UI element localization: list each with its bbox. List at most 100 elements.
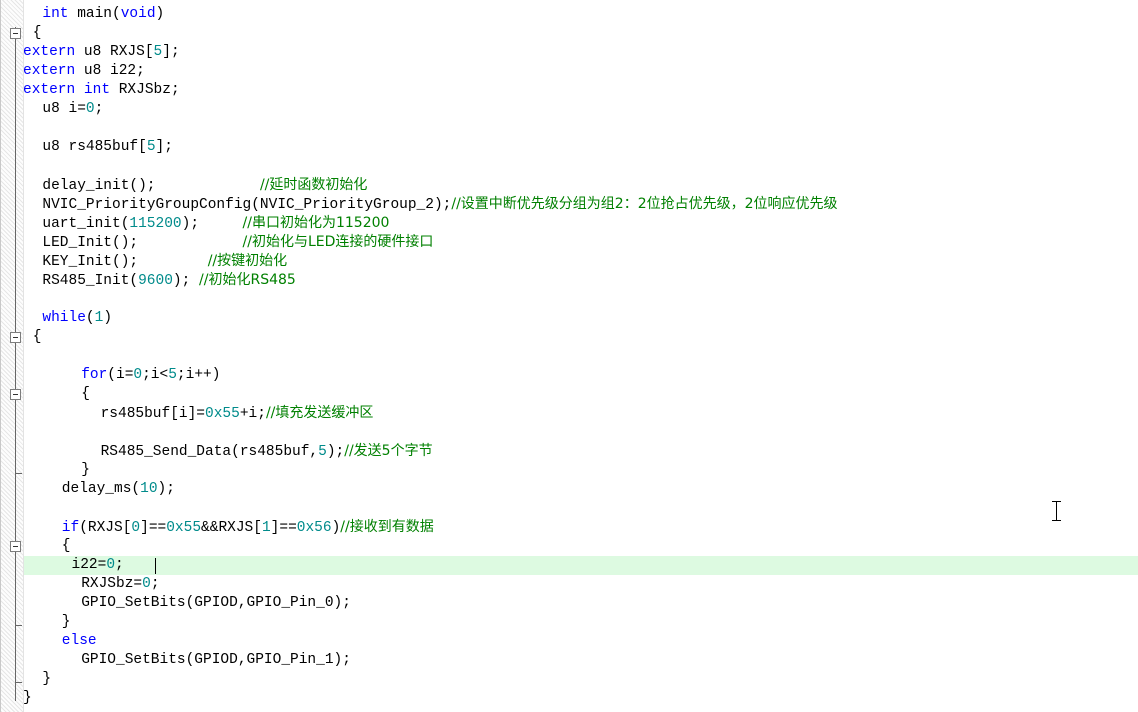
code-token-plain: ) (155, 6, 165, 22)
code-token-cmt: //按键初始化 (207, 253, 288, 269)
code-token-plain: u8 i22; (75, 63, 145, 79)
code-token-plain: RXJSbz; (110, 82, 180, 98)
code-token-plain: } (42, 671, 52, 687)
folding-margin-content (1, 0, 23, 712)
code-line[interactable]: if(RXJS[0]==0x55&&RXJS[1]==0x56)//接收到有数据 (62, 518, 434, 537)
code-token-num: 5 (153, 44, 163, 60)
code-line[interactable]: RXJSbz=0; (81, 575, 159, 594)
code-line[interactable]: i22=0; (72, 556, 124, 575)
code-token-num: 115200 (129, 216, 182, 232)
code-token-kw: for (81, 367, 108, 383)
code-token-kw: int (83, 82, 111, 98)
ibeam-cap-bottom (1052, 520, 1061, 521)
code-line[interactable]: { (62, 537, 71, 556)
code-line[interactable]: } (42, 670, 51, 689)
code-token-plain: ); (157, 481, 175, 497)
code-token-cmt: //设置中断优先级分组为组2：2位抢占优先级，2位响应优先级 (451, 196, 838, 212)
code-line[interactable]: delay_init(); //延时函数初始化 (42, 176, 367, 195)
code-line[interactable]: } (23, 689, 32, 708)
code-line[interactable]: extern int RXJSbz; (23, 81, 180, 100)
code-line[interactable]: u8 i=0; (42, 100, 103, 119)
code-token-plain: main( (68, 6, 121, 22)
fold-collapse-box[interactable] (10, 332, 21, 343)
code-token-kw: while (42, 310, 86, 326)
code-token-num: 0x56 (296, 520, 332, 536)
code-line[interactable]: for(i=0;i<5;i++) (81, 366, 220, 385)
code-token-plain: ) (103, 310, 113, 326)
code-token-plain: } (23, 690, 32, 706)
code-token-num: 0x55 (205, 406, 240, 422)
code-token-plain: i22= (71, 557, 107, 573)
mouse-ibeam-cursor (1051, 500, 1062, 522)
code-token-plain: ]; (162, 44, 180, 60)
code-line[interactable]: RS485_Send_Data(rs485buf,5);//发送5个字节 (101, 442, 433, 461)
code-line[interactable]: } (62, 613, 71, 632)
code-line[interactable]: uart_init(115200); //串口初始化为115200 (42, 214, 389, 233)
code-token-plain: delay_ms( (61, 481, 141, 497)
code-token-plain: ); (326, 444, 345, 460)
code-token-plain: { (81, 386, 90, 402)
code-token-num: 1 (94, 310, 104, 326)
code-line[interactable]: GPIO_SetBits(GPIOD,GPIO_Pin_1); (81, 651, 351, 670)
code-token-num: 0 (133, 367, 143, 383)
code-token-plain: GPIO_SetBits(GPIOD,GPIO_Pin_0); (81, 595, 351, 611)
code-token-plain: GPIO_SetBits(GPIOD,GPIO_Pin_1); (81, 652, 351, 668)
code-line[interactable]: LED_Init(); //初始化与LED连接的硬件接口 (42, 233, 433, 252)
code-token-plain: u8 i= (42, 101, 86, 117)
code-token-plain: ( (85, 310, 95, 326)
code-token-cmt: //发送5个字节 (344, 443, 433, 459)
ibeam-stem (1056, 502, 1057, 520)
code-token-plain: ; (94, 101, 104, 117)
code-line[interactable]: u8 rs485buf[5]; (42, 138, 173, 157)
code-line[interactable]: extern u8 RXJS[5]; (23, 43, 180, 62)
fold-collapse-box[interactable] (10, 28, 21, 39)
code-line[interactable]: { (81, 385, 90, 404)
code-line[interactable]: int main(void) (42, 5, 164, 24)
code-line[interactable]: NVIC_PriorityGroupConfig(NVIC_PriorityGr… (42, 195, 837, 214)
code-editor[interactable]: int main(void){extern u8 RXJS[5]; extern … (0, 0, 1138, 712)
code-line[interactable]: { (33, 24, 42, 43)
fold-end-tick (15, 682, 22, 683)
code-token-plain: &&RXJS[ (201, 520, 262, 536)
fold-collapse-box[interactable] (10, 541, 21, 552)
code-token-cmt: //初始化与LED连接的硬件接口 (242, 234, 434, 250)
code-token-plain: ) (331, 520, 341, 536)
code-line[interactable]: KEY_Init(); //按键初始化 (42, 252, 287, 271)
folding-margin[interactable] (1, 0, 24, 712)
code-line[interactable]: while(1) (42, 309, 112, 328)
code-line[interactable]: extern u8 i22; (23, 62, 145, 81)
code-line[interactable]: rs485buf[i]=0x55+i;//填充发送缓冲区 (101, 404, 374, 423)
code-token-cmt: //接收到有数据 (340, 519, 434, 535)
code-token-kw: void (120, 6, 156, 22)
code-text-area[interactable]: int main(void){extern u8 RXJS[5]; extern … (23, 0, 1138, 712)
text-caret (155, 558, 156, 574)
code-token-plain: ;i++) (176, 367, 221, 383)
current-line-highlight (23, 556, 1138, 575)
code-token-plain: rs485buf[i]= (100, 406, 206, 422)
code-token-kw: extern (23, 63, 76, 79)
code-token-plain: ;i< (142, 367, 169, 383)
code-line[interactable]: } (81, 461, 90, 480)
fold-end-tick (15, 625, 22, 626)
code-line[interactable]: delay_ms(10); (62, 480, 175, 499)
code-line[interactable]: { (33, 328, 42, 347)
code-line[interactable]: RS485_Init(9600); //初始化RS485 (42, 271, 295, 290)
code-token-plain: delay_init(); (42, 178, 260, 194)
fold-end-tick (15, 473, 22, 474)
code-line[interactable]: GPIO_SetBits(GPIOD,GPIO_Pin_0); (81, 594, 351, 613)
fold-collapse-box[interactable] (10, 389, 21, 400)
code-token-kw: extern (23, 82, 76, 98)
code-token-plain: RXJSbz= (81, 576, 143, 592)
code-token-plain: { (61, 538, 71, 554)
code-line[interactable]: else (62, 632, 97, 651)
code-token-plain: uart_init( (42, 216, 130, 232)
code-token-plain: } (81, 462, 90, 478)
code-token-num: 1 (261, 520, 271, 536)
code-token-plain: ; (115, 557, 124, 573)
code-token-cmt: //延时函数初始化 (259, 177, 368, 193)
code-token-num: 10 (140, 481, 158, 497)
code-token-plain: ; (150, 576, 160, 592)
code-token-plain: u8 rs485buf[ (42, 139, 147, 155)
fold-spine-line (15, 27, 16, 701)
